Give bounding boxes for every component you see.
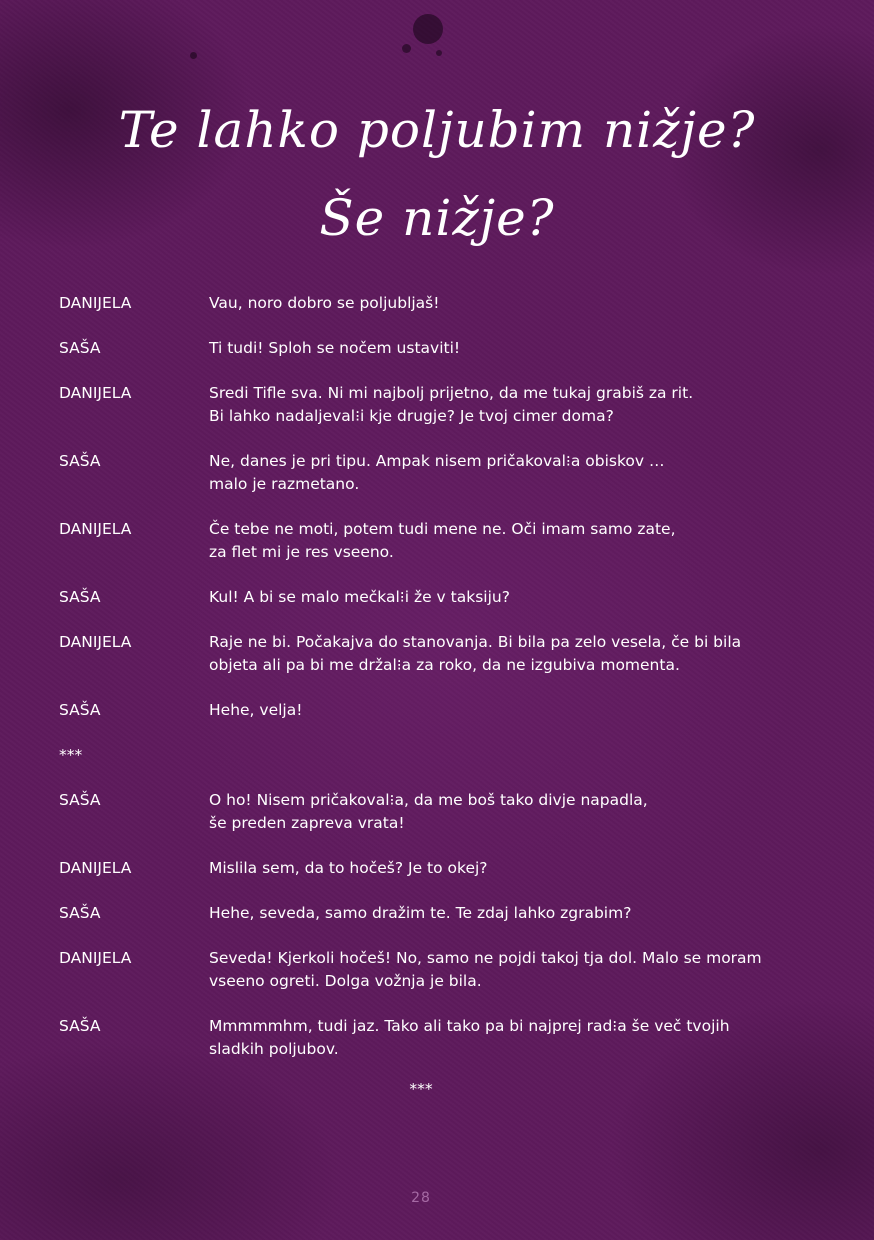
- dialogue-line: Raje ne bi. Počakajva do stanovanja. Bi …: [209, 633, 742, 674]
- speaker-name: SAŠA: [59, 1017, 101, 1035]
- speaker-name: SAŠA: [59, 791, 101, 809]
- dialogue-row: SAŠA Ti tudi! Sploh se nočem ustaviti!: [59, 337, 819, 360]
- dialogue-line: Vau, noro dobro se poljubljaš!: [209, 294, 440, 312]
- dialogue-line: Mmmmmhm, tudi jaz. Tako ali tako pa bi n…: [209, 1017, 730, 1058]
- dialogue-row: DANIJELA Sredi Tifle sva. Ni mi najbolj …: [59, 382, 819, 428]
- dialogue-line: Hehe, velja!: [209, 701, 303, 719]
- title-line-1: Te lahko poljubim nižje?: [118, 101, 756, 159]
- dialogue-row: DANIJELA Mislila sem, da to hočeš? Je to…: [59, 857, 819, 880]
- dialogue-line: Mislila sem, da to hočeš? Je to okej?: [209, 859, 488, 877]
- dialogue-line: Kul! A bi se malo mečkal⁝i že v taksiju?: [209, 588, 510, 606]
- dialogue-row: SAŠA Kul! A bi se malo mečkal⁝i že v tak…: [59, 586, 819, 609]
- dialogue-row: SAŠA Hehe, seveda, samo dražim te. Te zd…: [59, 902, 819, 925]
- dialogue-line: Seveda! Kjerkoli hočeš! No, samo ne pojd…: [209, 949, 762, 990]
- dialogue-row: DANIJELA Če tebe ne moti, potem tudi men…: [59, 518, 819, 564]
- dialogue-line: O ho! Nisem pričakoval⁝a, da me boš tako…: [209, 791, 648, 832]
- dialogue-row: SAŠA Hehe, velja!: [59, 699, 819, 722]
- dialogue-line: Sredi Tifle sva. Ni mi najbolj prijetno,…: [209, 384, 694, 425]
- dialogue-row: DANIJELA Vau, noro dobro se poljubljaš!: [59, 292, 819, 315]
- speaker-name: DANIJELA: [59, 384, 132, 402]
- page-title: Te lahko poljubim nižje? Še nižje?: [0, 86, 874, 262]
- dialogue-row: SAŠA Ne, danes je pri tipu. Ampak nisem …: [59, 450, 819, 496]
- scene-break: ***: [59, 746, 83, 764]
- speaker-name: DANIJELA: [59, 949, 132, 967]
- speaker-name: DANIJELA: [59, 520, 132, 538]
- page-number: 28: [411, 1190, 431, 1206]
- ink-blot: [402, 44, 411, 53]
- dialogue-row: DANIJELA Seveda! Kjerkoli hočeš! No, sam…: [59, 947, 819, 993]
- speaker-name: SAŠA: [59, 904, 101, 922]
- end-scene-break: ***: [409, 1080, 433, 1098]
- speaker-name: SAŠA: [59, 701, 101, 719]
- ink-blot: [413, 14, 443, 44]
- speaker-name: SAŠA: [59, 339, 101, 357]
- ink-blot: [436, 50, 442, 56]
- dialogue-block: DANIJELA Vau, noro dobro se poljubljaš! …: [59, 292, 819, 1061]
- dialogue-row: DANIJELA Raje ne bi. Počakajva do stanov…: [59, 631, 819, 677]
- dialogue-line: Ne, danes je pri tipu. Ampak nisem priča…: [209, 452, 665, 493]
- speaker-name: SAŠA: [59, 588, 101, 606]
- dialogue-line: Hehe, seveda, samo dražim te. Te zdaj la…: [209, 904, 632, 922]
- dialogue-line: Če tebe ne moti, potem tudi mene ne. Oči…: [209, 520, 676, 561]
- speaker-name: DANIJELA: [59, 859, 132, 877]
- speaker-name: DANIJELA: [59, 294, 132, 312]
- title-line-2: Še nižje?: [319, 189, 555, 247]
- dialogue-row: SAŠA O ho! Nisem pričakoval⁝a, da me boš…: [59, 789, 819, 835]
- speaker-name: SAŠA: [59, 452, 101, 470]
- ink-blot: [190, 52, 197, 59]
- dialogue-line: Ti tudi! Sploh se nočem ustaviti!: [209, 339, 461, 357]
- dialogue-row: SAŠA Mmmmmhm, tudi jaz. Tako ali tako pa…: [59, 1015, 819, 1061]
- speaker-name: DANIJELA: [59, 633, 132, 651]
